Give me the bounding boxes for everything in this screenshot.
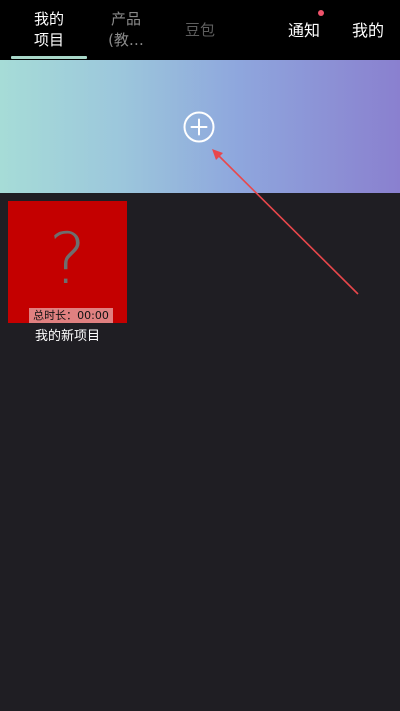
project-duration-label: 总时长：00:00 <box>29 308 113 323</box>
notification-dot <box>318 10 324 16</box>
tab-products-line1: 产品 <box>110 10 141 28</box>
tab-products-line2: (教… <box>108 31 144 49</box>
tab-my-projects-line2: 项目 <box>33 31 64 49</box>
tab-mine-label: 我的 <box>351 20 384 40</box>
tab-doubao[interactable]: 豆包 <box>176 0 224 60</box>
tab-my-projects[interactable]: 我的 项目 <box>11 0 87 60</box>
top-tab-bar: 我的 项目 产品 (教… 豆包 通知 我的 <box>0 0 400 60</box>
question-mark-icon: ? <box>48 218 87 300</box>
project-name[interactable]: 我的新项目 <box>8 327 127 347</box>
tab-doubao-label: 豆包 <box>184 20 215 39</box>
tab-notifications[interactable]: 通知 <box>280 0 328 60</box>
project-card[interactable]: ? 总时长：00:00 <box>8 201 127 323</box>
add-project-button[interactable] <box>183 111 215 143</box>
tab-my-projects-line1: 我的 <box>33 10 64 28</box>
active-tab-indicator <box>11 56 87 59</box>
tab-notifications-label: 通知 <box>287 20 320 40</box>
plus-circle-icon <box>183 111 215 143</box>
tab-mine[interactable]: 我的 <box>344 0 392 60</box>
tab-products[interactable]: 产品 (教… <box>100 0 152 60</box>
